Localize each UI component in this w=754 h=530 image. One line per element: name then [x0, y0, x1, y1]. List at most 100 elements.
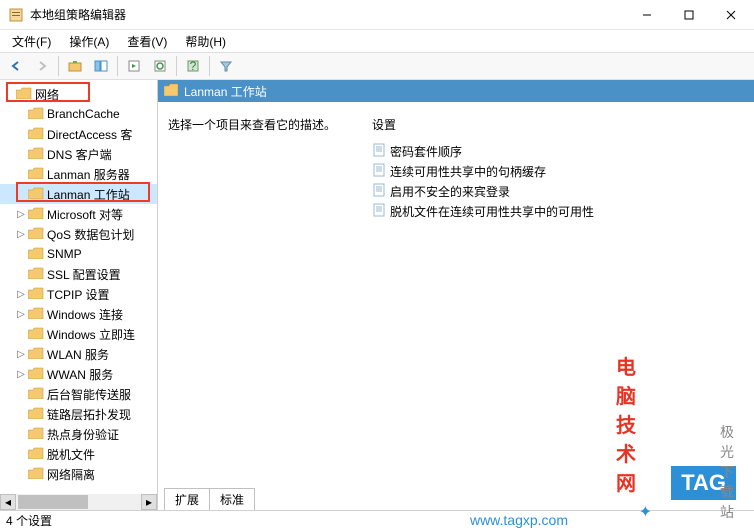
folder-icon — [28, 307, 44, 321]
tree-item[interactable]: ▷ QoS 数据包计划 — [0, 224, 157, 244]
chevron-right-icon[interactable]: ▷ — [14, 207, 28, 221]
policy-icon — [372, 183, 386, 200]
tree-item[interactable]: BranchCache — [0, 104, 157, 124]
tree-body[interactable]: 网络BranchCacheDirectAccess 客 DNS 客户端 Lanman… — [0, 80, 157, 494]
menu-view[interactable]: 查看(V) — [119, 31, 175, 52]
statusbar: 4 个设置 — [0, 510, 754, 530]
folder-icon — [28, 407, 44, 421]
folder-icon — [28, 107, 44, 121]
tree-spacer — [14, 107, 28, 121]
chevron-right-icon[interactable]: ▷ — [14, 347, 28, 361]
tree-label: 脱机文件 — [47, 446, 95, 463]
scroll-left-button[interactable]: ◂ — [0, 494, 16, 510]
help-button[interactable]: ? — [181, 54, 205, 78]
main-pane: Lanman 工作站 选择一个项目来查看它的描述。 设置 密码套件顺序连续可用性… — [158, 80, 754, 510]
menu-action[interactable]: 操作(A) — [61, 31, 117, 52]
chevron-right-icon[interactable]: ▷ — [14, 367, 28, 381]
folder-icon — [28, 427, 44, 441]
folder-icon — [28, 227, 44, 241]
tree-label: 后台智能传送服 — [47, 386, 131, 403]
refresh-button[interactable] — [148, 54, 172, 78]
scroll-track[interactable] — [16, 494, 141, 510]
tree-item[interactable]: SSL 配置设置 — [0, 264, 157, 284]
menu-help[interactable]: 帮助(H) — [177, 31, 234, 52]
svg-text:?: ? — [190, 59, 197, 73]
menu-file[interactable]: 文件(F) — [4, 31, 59, 52]
tree-label: QoS 数据包计划 — [47, 226, 134, 243]
folder-icon — [28, 327, 44, 341]
tab-extended[interactable]: 扩展 — [164, 488, 210, 510]
tree-scrollbar-horizontal[interactable]: ◂ ▸ — [0, 494, 157, 510]
settings-column: 设置 密码套件顺序连续可用性共享中的句柄缓存启用不安全的来宾登录脱机文件在连续可… — [372, 116, 744, 474]
folder-icon — [164, 84, 178, 99]
tree-item[interactable]: 脱机文件 — [0, 444, 157, 464]
separator — [58, 56, 59, 76]
tab-standard[interactable]: 标准 — [209, 488, 255, 510]
tree-item[interactable]: 后台智能传送服 — [0, 384, 157, 404]
forward-button[interactable] — [30, 54, 54, 78]
app-icon — [8, 7, 24, 23]
folder-icon — [28, 207, 44, 221]
chevron-right-icon[interactable]: ▷ — [14, 287, 28, 301]
minimize-button[interactable] — [626, 1, 668, 29]
tree-label: Lanman 工作站 — [47, 186, 130, 203]
main-header: Lanman 工作站 — [158, 80, 754, 102]
maximize-button[interactable] — [668, 1, 710, 29]
window-title: 本地组策略编辑器 — [30, 6, 626, 23]
tree-item[interactable]: ▷ Windows 连接 — [0, 304, 157, 324]
settings-list: 密码套件顺序连续可用性共享中的句柄缓存启用不安全的来宾登录脱机文件在连续可用性共… — [372, 141, 744, 221]
tree-label: WLAN 服务 — [47, 346, 109, 363]
export-button[interactable] — [122, 54, 146, 78]
tree-label: 网络 — [35, 86, 59, 103]
scroll-right-button[interactable]: ▸ — [141, 494, 157, 510]
folder-icon — [28, 447, 44, 461]
back-button[interactable] — [4, 54, 28, 78]
scroll-thumb[interactable] — [18, 495, 88, 509]
setting-item[interactable]: 脱机文件在连续可用性共享中的可用性 — [372, 201, 744, 221]
tree-label: SNMP — [47, 247, 82, 261]
folder-icon — [28, 347, 44, 361]
tree-item[interactable]: 网络隔离 — [0, 464, 157, 484]
separator — [209, 56, 210, 76]
tree-item[interactable]: DNS 客户端 — [0, 144, 157, 164]
chevron-right-icon[interactable]: ▷ — [14, 307, 28, 321]
tree-label: DNS 客户端 — [47, 146, 112, 163]
policy-icon — [372, 203, 386, 220]
tree-item[interactable]: ▷WWAN 服务 — [0, 364, 157, 384]
tree-label: Windows 连接 — [47, 306, 123, 323]
tree-spacer — [14, 167, 28, 181]
filter-button[interactable] — [214, 54, 238, 78]
content-area: 网络BranchCacheDirectAccess 客 DNS 客户端 Lanman… — [0, 80, 754, 510]
setting-item[interactable]: 启用不安全的来宾登录 — [372, 181, 744, 201]
tree-item[interactable]: Lanman 服务器 — [0, 164, 157, 184]
folder-icon — [28, 387, 44, 401]
tree-item[interactable]: 热点身份验证 — [0, 424, 157, 444]
folder-icon — [28, 247, 44, 261]
tree-item[interactable]: Lanman 工作站 — [0, 184, 157, 204]
tree-item[interactable]: ▷ Microsoft 对等 — [0, 204, 157, 224]
tree-label: Lanman 服务器 — [47, 166, 130, 183]
expand-icon[interactable] — [2, 87, 16, 101]
description-column: 选择一个项目来查看它的描述。 — [168, 116, 348, 474]
up-button[interactable] — [63, 54, 87, 78]
tree-item[interactable]: ▷ WLAN 服务 — [0, 344, 157, 364]
window-controls — [626, 1, 752, 29]
close-button[interactable] — [710, 1, 752, 29]
tree-root[interactable]: 网络 — [0, 84, 157, 104]
setting-item[interactable]: 密码套件顺序 — [372, 141, 744, 161]
chevron-right-icon[interactable]: ▷ — [14, 227, 28, 241]
tree-item[interactable]: 链路层拓扑发现 — [0, 404, 157, 424]
tree-label: 链路层拓扑发现 — [47, 406, 131, 423]
tree-label: Microsoft 对等 — [47, 206, 123, 223]
titlebar: 本地组策略编辑器 — [0, 0, 754, 30]
setting-item[interactable]: 连续可用性共享中的句柄缓存 — [372, 161, 744, 181]
folder-icon — [28, 187, 44, 201]
show-hide-tree-button[interactable] — [89, 54, 113, 78]
tree-item[interactable]: DirectAccess 客 — [0, 124, 157, 144]
tree-spacer — [14, 247, 28, 261]
status-text: 4 个设置 — [6, 512, 52, 529]
tree-item[interactable]: Windows 立即连 — [0, 324, 157, 344]
tree-item[interactable]: ▷TCPIP 设置 — [0, 284, 157, 304]
tree-label: 网络隔离 — [47, 466, 95, 483]
tree-item[interactable]: SNMP — [0, 244, 157, 264]
